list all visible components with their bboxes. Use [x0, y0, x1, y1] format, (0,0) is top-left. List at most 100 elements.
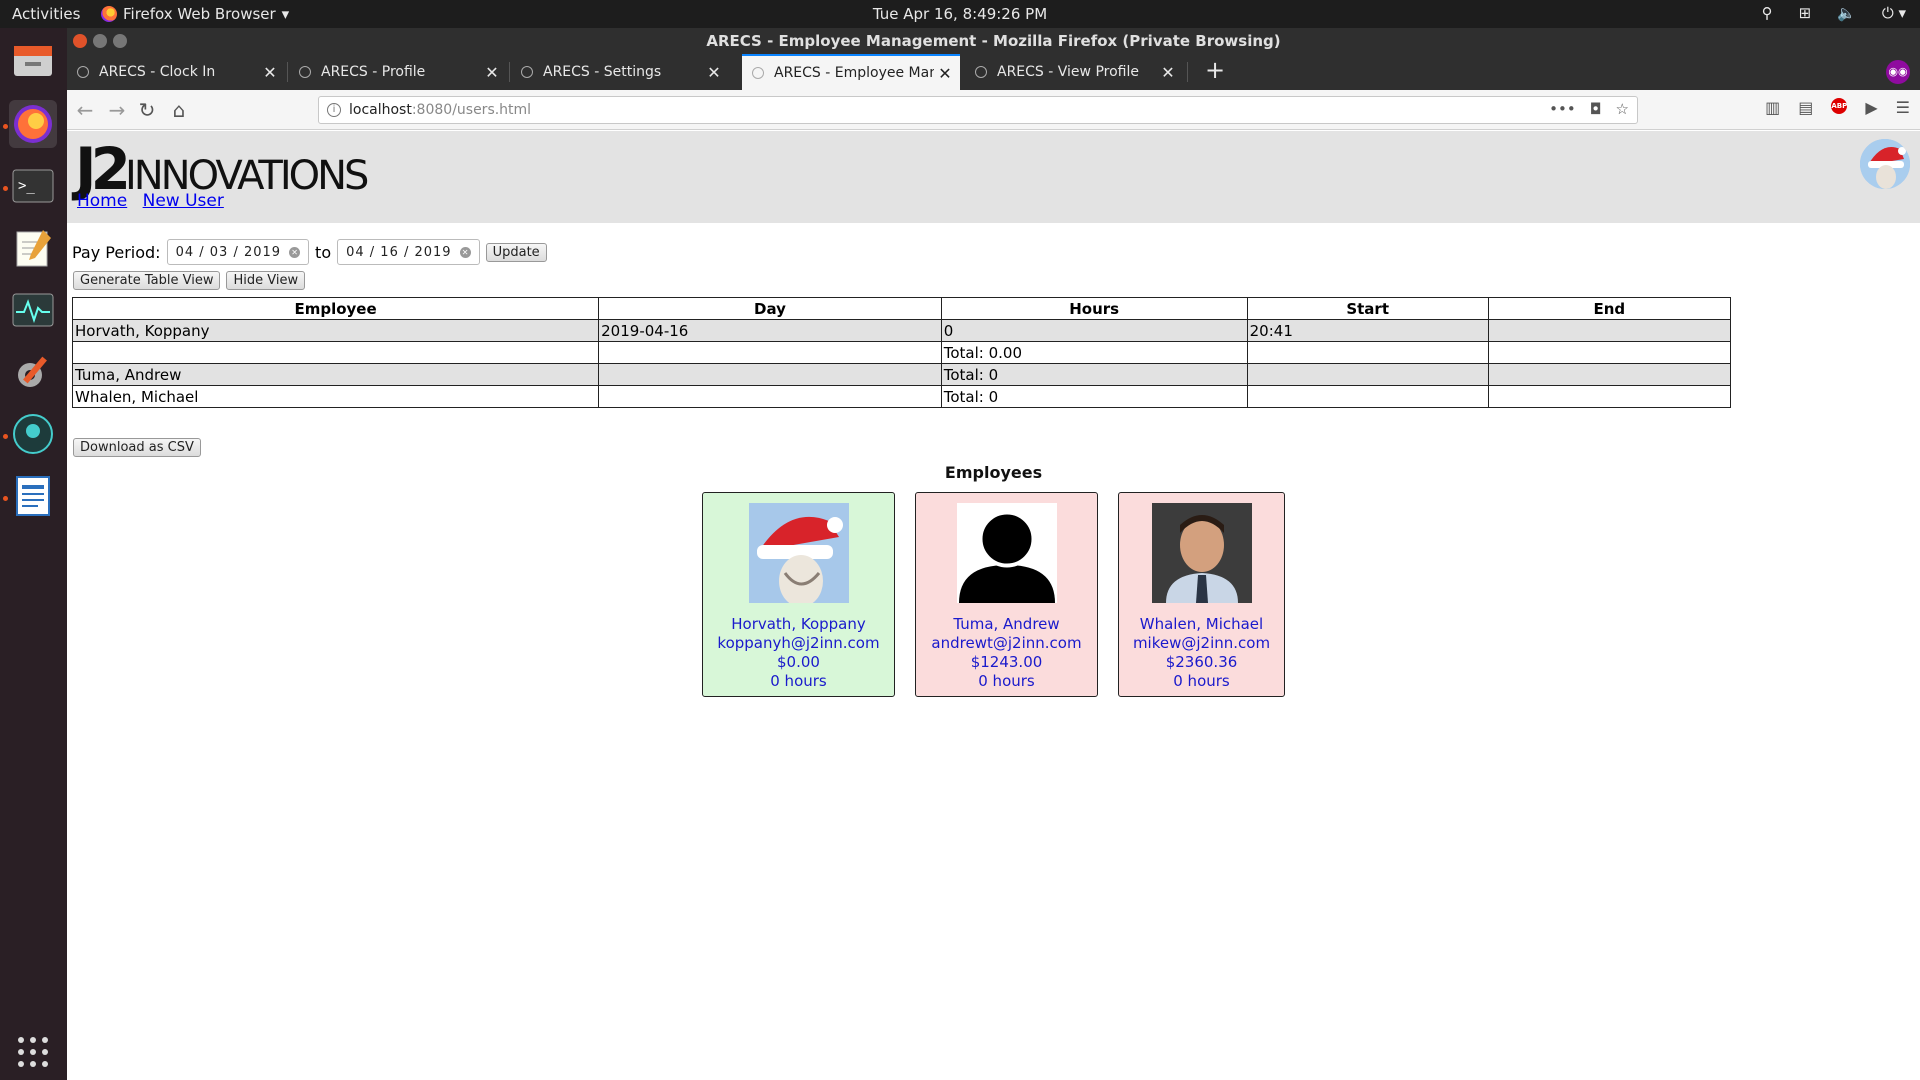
reload-icon[interactable]: ↻ [133, 96, 161, 124]
system-monitor-icon[interactable] [9, 286, 57, 334]
close-icon[interactable]: ✕ [1157, 63, 1179, 82]
tab-settings[interactable]: ARECS - Settings ✕ [511, 54, 729, 90]
home-link[interactable]: Home [77, 191, 127, 211]
system-top-bar: Activities Firefox Web Browser ▾ Tue Apr… [0, 0, 1920, 28]
running-indicator [3, 434, 8, 439]
show-applications-icon[interactable] [9, 1028, 57, 1076]
files-icon[interactable] [9, 36, 57, 84]
accessibility-icon[interactable]: ⚲ [1762, 4, 1773, 22]
tab-bar: ARECS - Clock In ✕ ARECS - Profile ✕ ARE… [67, 54, 1920, 90]
page-actions-icon[interactable]: ••• [1549, 100, 1576, 118]
tab-clock-in[interactable]: ARECS - Clock In ✕ [67, 54, 285, 90]
clear-icon[interactable]: ✕ [289, 246, 301, 258]
home-icon[interactable]: ⌂ [165, 96, 193, 124]
power-icon[interactable]: ⏻ ▾ [1882, 4, 1906, 22]
text-editor-icon[interactable] [9, 224, 57, 272]
employee-card-tuma[interactable]: Tuma, Andrew andrewt@j2inn.com $1243.00 … [915, 492, 1098, 697]
tab-profile[interactable]: ARECS - Profile ✕ [289, 54, 507, 90]
employee-pay: $2360.36 [1165, 653, 1238, 671]
avatar[interactable] [1860, 139, 1910, 189]
page-info-icon [752, 67, 764, 79]
firefox-icon [101, 6, 117, 22]
clear-icon[interactable]: ✕ [459, 246, 471, 258]
employee-email: koppanyh@j2inn.com [717, 634, 880, 652]
employee-name: Whalen, Michael [1139, 615, 1264, 633]
employee-name: Tuma, Andrew [953, 615, 1060, 633]
forward-icon[interactable]: → [103, 96, 131, 124]
table-cell [1246, 385, 1489, 408]
tab-label: ARECS - Clock In [99, 64, 216, 80]
column-header: Start [1246, 297, 1489, 320]
table-cell: Tuma, Andrew [71, 363, 600, 386]
app-menu-label: Firefox Web Browser [123, 5, 276, 23]
close-icon[interactable]: ✕ [703, 63, 725, 82]
employee-card-horvath[interactable]: Horvath, Koppany koppanyh@j2inn.com $0.0… [702, 492, 895, 697]
employee-hours: 0 hours [978, 672, 1035, 690]
url-host: localhost [349, 102, 412, 118]
tab-separator [1187, 62, 1188, 82]
page-info-icon [521, 66, 533, 78]
volume-icon[interactable]: 🔈 [1837, 4, 1856, 22]
table-cell [1487, 319, 1732, 342]
extension-icon[interactable]: ▶ [1865, 98, 1877, 117]
libreoffice-writer-icon[interactable] [9, 472, 57, 520]
firefox-dock-icon[interactable] [9, 100, 57, 148]
back-icon[interactable]: ← [71, 96, 99, 124]
new-tab-button[interactable]: + [1200, 56, 1230, 84]
tab-separator [287, 62, 288, 82]
employee-card-whalen[interactable]: Whalen, Michael mikew@j2inn.com $2360.36… [1118, 492, 1285, 697]
system-tray[interactable]: ⚲ ⊞ 🔈 ⏻ ▾ [1762, 4, 1906, 22]
site-info-icon[interactable]: i [327, 103, 341, 117]
table-cell: Total: 0 [940, 363, 1248, 386]
page-info-icon [77, 66, 89, 78]
update-button[interactable]: Update [485, 242, 547, 262]
employee-pay: $1243.00 [970, 653, 1043, 671]
page-info-icon [975, 66, 987, 78]
tab-view-profile[interactable]: ARECS - View Profile ✕ [965, 54, 1183, 90]
table-cell: 2019-04-16 [598, 319, 942, 342]
library-icon[interactable]: ▥ [1765, 98, 1780, 117]
generate-table-view-button[interactable]: Generate Table View [73, 271, 221, 290]
app-menu[interactable]: Firefox Web Browser ▾ [101, 5, 289, 23]
employee-photo [748, 503, 849, 603]
end-date-value: 04 / 16 / 2019 [346, 244, 452, 260]
activities-button[interactable]: Activities [12, 5, 80, 23]
running-indicator [3, 186, 8, 191]
terminal-icon[interactable]: >_ [9, 162, 57, 210]
pocket-icon[interactable]: ◘ [1590, 100, 1602, 118]
gitkraken-icon[interactable] [9, 410, 57, 458]
start-date-input[interactable]: 04 / 03 / 2019 ✕ [166, 239, 310, 265]
end-date-input[interactable]: 04 / 16 / 2019 ✕ [337, 239, 480, 265]
close-icon[interactable]: ✕ [481, 63, 503, 82]
close-icon[interactable]: ✕ [259, 63, 281, 82]
url-text[interactable]: localhost:8080/users.html [349, 102, 531, 118]
adblock-plus-icon[interactable]: ABP [1831, 98, 1848, 114]
column-header: End [1487, 297, 1732, 320]
download-csv-button[interactable]: Download as CSV [73, 438, 201, 457]
url-bar[interactable]: i localhost:8080/users.html ••• ◘ ☆ [318, 96, 1638, 124]
page-info-icon [299, 66, 311, 78]
table-row: Total: 0.00 [71, 341, 1732, 364]
network-icon[interactable]: ⊞ [1799, 4, 1812, 22]
employee-photo [1151, 503, 1252, 603]
table-cell [1487, 385, 1732, 408]
close-icon[interactable]: ✕ [934, 64, 956, 83]
settings-icon[interactable] [9, 348, 57, 396]
table-row: Whalen, Michael Total: 0 [71, 385, 1732, 408]
table-cell: Total: 0 [940, 385, 1248, 408]
table-cell [598, 363, 942, 386]
table-cell [1246, 341, 1489, 364]
sidebar-icon[interactable]: ▤ [1798, 98, 1813, 117]
private-browsing-icon: ◉◉ [1886, 60, 1910, 84]
tab-employee-management[interactable]: ARECS - Employee Mana ✕ [742, 54, 960, 90]
pay-period-label: Pay Period: [72, 242, 161, 262]
new-user-link[interactable]: New User [143, 191, 224, 211]
hamburger-menu-icon[interactable]: ☰ [1896, 98, 1910, 117]
hide-view-button[interactable]: Hide View [226, 271, 306, 290]
bookmark-star-icon[interactable]: ☆ [1616, 100, 1629, 118]
employee-email: mikew@j2inn.com [1132, 634, 1271, 652]
running-indicator [3, 124, 8, 129]
dock: >_ [0, 28, 67, 1080]
table-cell: 20:41 [1246, 319, 1489, 342]
url-path: :8080/users.html [411, 102, 532, 118]
